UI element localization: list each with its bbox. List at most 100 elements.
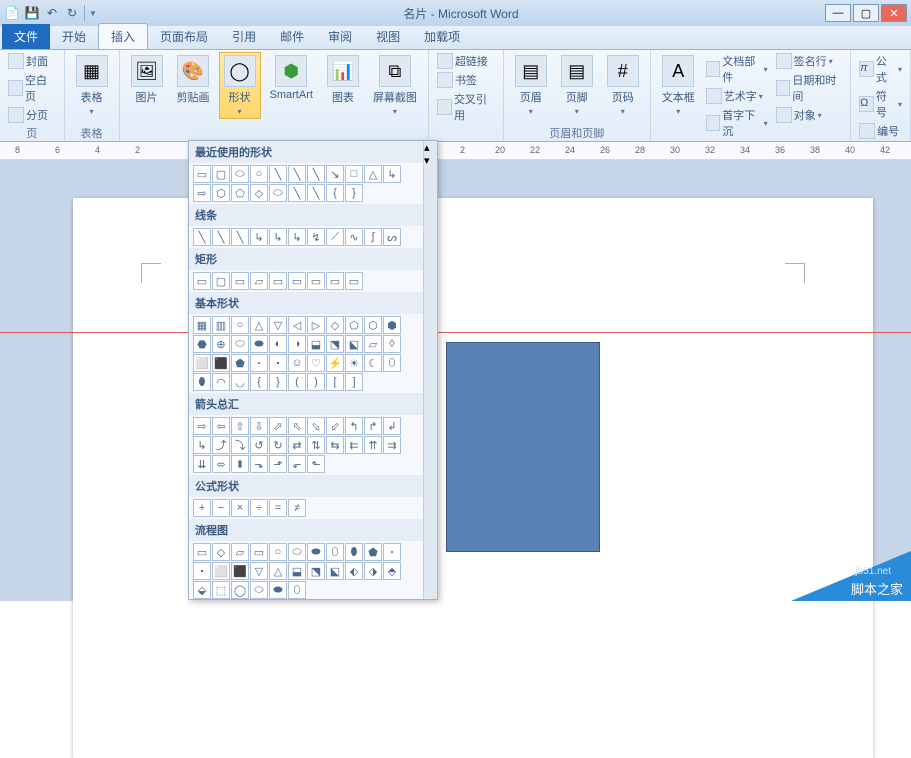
picture-button[interactable]: 🖼图片 bbox=[126, 52, 168, 108]
equation-button[interactable]: π公式▾ bbox=[857, 52, 904, 86]
shape-item[interactable]: ⬭ bbox=[231, 165, 249, 183]
shape-item[interactable]: ⬯ bbox=[383, 354, 401, 372]
shape-item[interactable]: ↳ bbox=[250, 228, 268, 246]
shape-item[interactable]: ⇇ bbox=[345, 436, 363, 454]
shape-item[interactable]: ◊ bbox=[383, 335, 401, 353]
shape-item[interactable]: ⇈ bbox=[364, 436, 382, 454]
shape-item[interactable]: ⬓ bbox=[288, 562, 306, 580]
shape-item[interactable]: ⬯ bbox=[326, 543, 344, 561]
shape-item[interactable]: ⇆ bbox=[326, 436, 344, 454]
shape-item[interactable]: × bbox=[231, 499, 249, 517]
docparts-button[interactable]: 文档部件▾ bbox=[704, 52, 770, 86]
scrollbar[interactable]: ▴▾ bbox=[423, 141, 437, 600]
shape-item[interactable]: ▦ bbox=[193, 316, 211, 334]
footer-button[interactable]: ▤页脚▾ bbox=[556, 52, 598, 119]
shape-item[interactable]: ▢ bbox=[212, 165, 230, 183]
shape-item[interactable]: ↘ bbox=[326, 165, 344, 183]
shape-item[interactable]: ▭ bbox=[326, 272, 344, 290]
shape-item[interactable]: ↳ bbox=[383, 165, 401, 183]
shape-item[interactable]: ○ bbox=[250, 165, 268, 183]
shape-item[interactable]: ⬔ bbox=[326, 335, 344, 353]
shape-item[interactable]: ↻ bbox=[269, 436, 287, 454]
shape-item[interactable]: ⬎ bbox=[250, 455, 268, 473]
shape-item[interactable]: ▭ bbox=[193, 543, 211, 561]
shape-item[interactable]: ↯ bbox=[307, 228, 325, 246]
shape-item[interactable]: ↲ bbox=[383, 417, 401, 435]
maximize-button[interactable]: ▢ bbox=[853, 4, 879, 22]
shape-item[interactable]: ⬛ bbox=[231, 562, 249, 580]
qat-dropdown-icon[interactable]: ▼ bbox=[89, 9, 97, 18]
shape-item[interactable]: ▱ bbox=[250, 272, 268, 290]
shape-item[interactable]: ⬙ bbox=[193, 581, 211, 599]
shape-item[interactable]: ⬏ bbox=[269, 455, 287, 473]
shape-item[interactable]: ▱ bbox=[364, 335, 382, 353]
shape-item[interactable]: ▷ bbox=[307, 316, 325, 334]
header-button[interactable]: ▤页眉▾ bbox=[510, 52, 552, 119]
shape-item[interactable]: ⇊ bbox=[193, 455, 211, 473]
shape-item[interactable]: ⬛ bbox=[212, 354, 230, 372]
shape-item[interactable]: ▭ bbox=[193, 272, 211, 290]
shape-item[interactable]: ⇄ bbox=[288, 436, 306, 454]
shape-item[interactable]: ⬭ bbox=[231, 335, 249, 353]
tab-home[interactable]: 开始 bbox=[50, 24, 98, 49]
shape-item[interactable]: ◠ bbox=[212, 373, 230, 391]
shapes-button[interactable]: ◯形状▾ bbox=[219, 52, 261, 119]
shape-item[interactable]: ⇨ bbox=[193, 417, 211, 435]
shape-item[interactable]: □ bbox=[345, 165, 363, 183]
shape-item[interactable]: ⬀ bbox=[269, 417, 287, 435]
shape-item[interactable]: ⇧ bbox=[231, 417, 249, 435]
shape-item[interactable]: ⇉ bbox=[383, 436, 401, 454]
shape-item[interactable]: ◡ bbox=[231, 373, 249, 391]
table-button[interactable]: ▦表格▾ bbox=[71, 52, 113, 119]
shape-item[interactable]: △ bbox=[269, 562, 287, 580]
bookmark-button[interactable]: 书签 bbox=[435, 71, 497, 89]
chart-button[interactable]: 📊图表 bbox=[322, 52, 364, 108]
shape-item[interactable]: ⇩ bbox=[250, 417, 268, 435]
shape-item[interactable]: ▽ bbox=[250, 562, 268, 580]
page-break-button[interactable]: 分页 bbox=[6, 106, 58, 124]
shape-item[interactable]: ☾ bbox=[364, 354, 382, 372]
shape-item[interactable]: ○ bbox=[269, 543, 287, 561]
shape-item[interactable]: ⊕ bbox=[212, 335, 230, 353]
shape-item[interactable]: { bbox=[326, 184, 344, 202]
shape-item[interactable]: ☀ bbox=[345, 354, 363, 372]
smartart-button[interactable]: ⬢SmartArt bbox=[265, 52, 318, 104]
shape-item[interactable]: ⟋ bbox=[326, 228, 344, 246]
shape-item[interactable]: ⇨ bbox=[193, 184, 211, 202]
hyperlink-button[interactable]: 超链接 bbox=[435, 52, 497, 70]
undo-icon[interactable]: ↶ bbox=[44, 5, 60, 21]
shape-item[interactable]: ⬝ bbox=[193, 562, 211, 580]
shape-item[interactable]: ▭ bbox=[231, 272, 249, 290]
tab-view[interactable]: 视图 bbox=[364, 24, 412, 49]
shape-item[interactable]: ↳ bbox=[193, 436, 211, 454]
shape-item[interactable]: ⬖ bbox=[345, 562, 363, 580]
shape-item[interactable]: ⬮ bbox=[193, 373, 211, 391]
shape-item[interactable]: ╲ bbox=[307, 184, 325, 202]
shape-item[interactable]: ⬕ bbox=[345, 335, 363, 353]
shape-item[interactable]: ⬞ bbox=[383, 543, 401, 561]
shape-item[interactable]: ⬟ bbox=[231, 354, 249, 372]
shape-item[interactable]: ⬐ bbox=[288, 455, 306, 473]
dropcap-button[interactable]: 首字下沉▾ bbox=[704, 106, 770, 140]
blank-page-button[interactable]: 空白页 bbox=[6, 71, 58, 105]
shape-item[interactable]: ▭ bbox=[288, 272, 306, 290]
shape-item[interactable]: ☺ bbox=[288, 354, 306, 372]
crossref-button[interactable]: 交叉引用 bbox=[435, 90, 497, 124]
shape-item[interactable]: ⬢ bbox=[383, 316, 401, 334]
shape-item[interactable]: ⬝ bbox=[269, 354, 287, 372]
shape-item[interactable]: ◁ bbox=[288, 316, 306, 334]
wordart-button[interactable]: 艺术字▾ bbox=[704, 87, 770, 105]
datetime-button[interactable]: 日期和时间 bbox=[774, 71, 844, 105]
shape-item[interactable]: ◯ bbox=[231, 581, 249, 599]
signature-button[interactable]: 签名行▾ bbox=[774, 52, 844, 70]
shape-item[interactable]: ⬄ bbox=[212, 455, 230, 473]
shape-item[interactable]: ↳ bbox=[269, 228, 287, 246]
object-button[interactable]: 对象▾ bbox=[774, 106, 844, 124]
shape-item[interactable]: △ bbox=[250, 316, 268, 334]
shape-item[interactable]: ⬬ bbox=[307, 543, 325, 561]
shape-item[interactable]: ) bbox=[307, 373, 325, 391]
shape-item[interactable]: ⬡ bbox=[212, 184, 230, 202]
shape-item[interactable]: ◇ bbox=[326, 316, 344, 334]
shape-item[interactable]: ▱ bbox=[231, 543, 249, 561]
shape-item[interactable]: ▭ bbox=[307, 272, 325, 290]
